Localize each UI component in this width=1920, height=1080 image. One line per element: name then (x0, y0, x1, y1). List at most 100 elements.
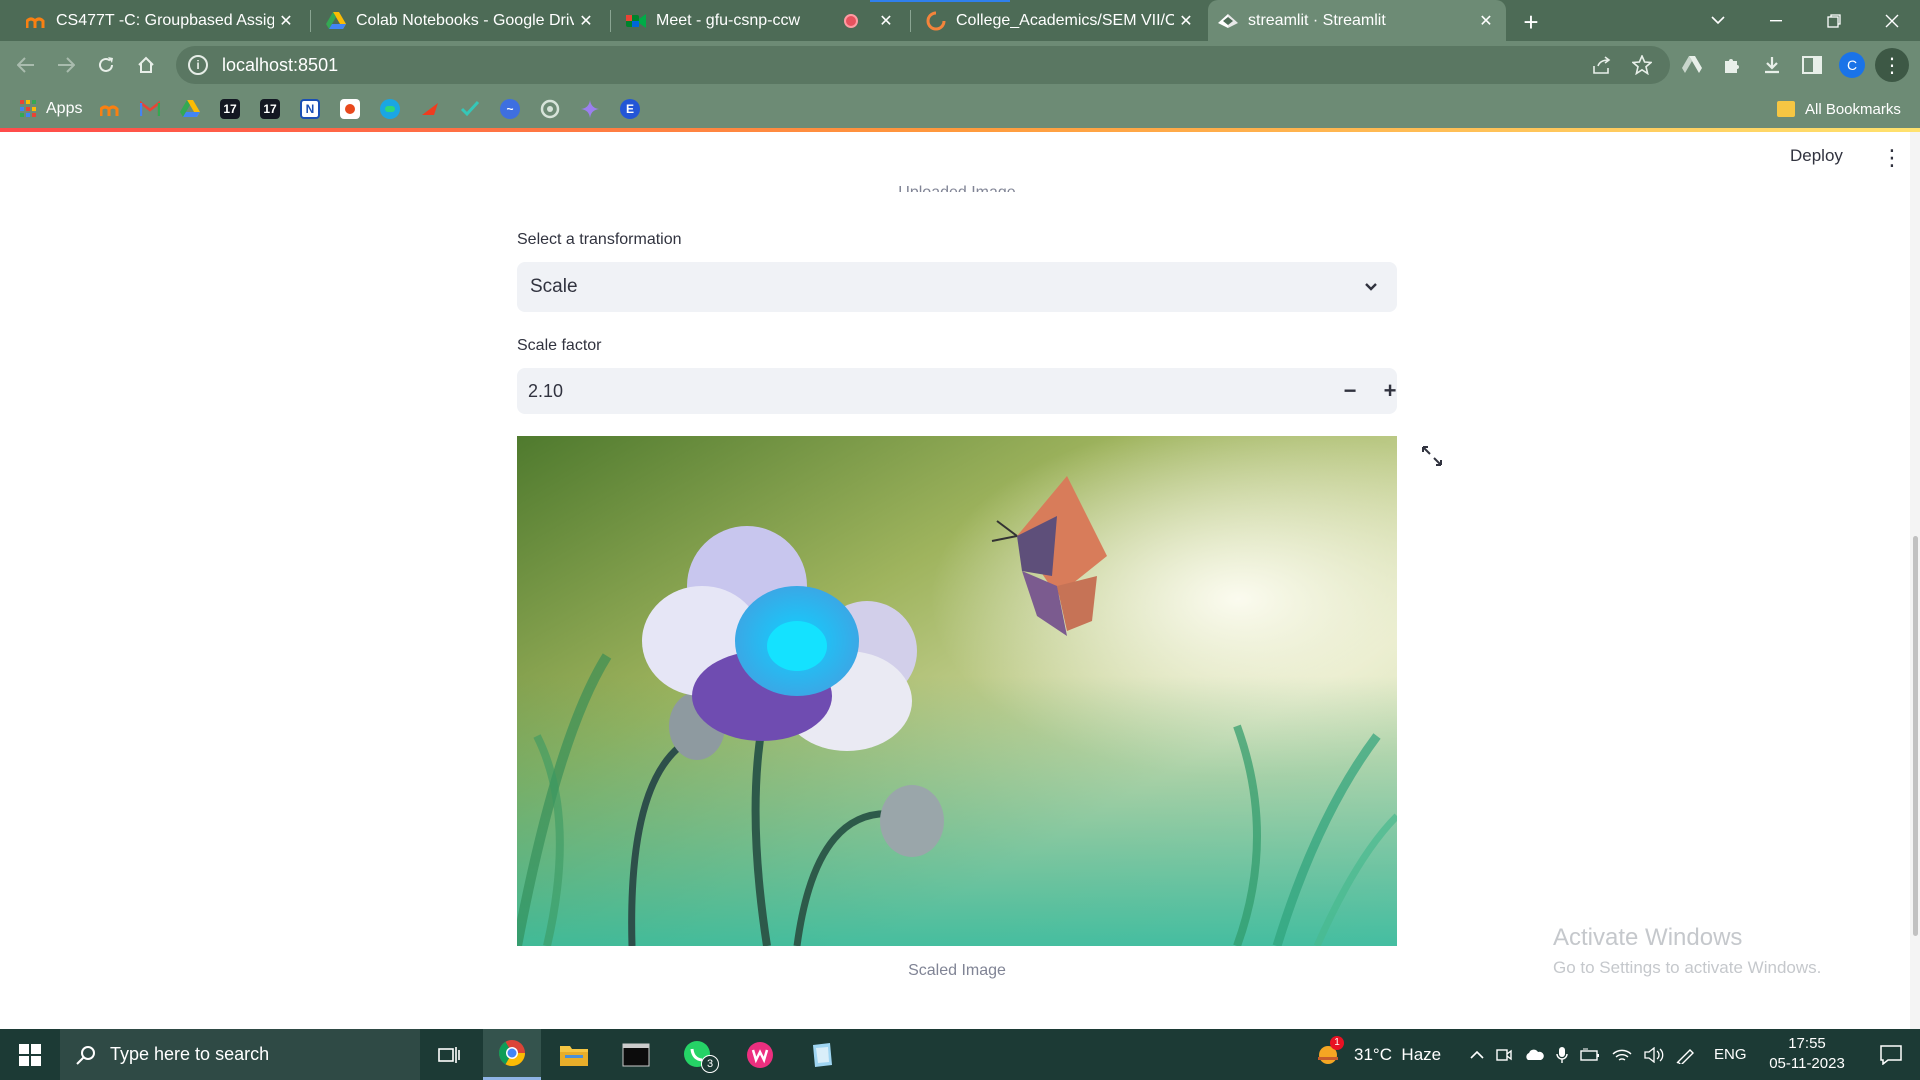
tab-separator (610, 10, 611, 32)
windows-start-button[interactable] (0, 1029, 60, 1080)
scaled-image (517, 436, 1397, 946)
tradingview-bookmark-icon[interactable]: 17 (220, 97, 240, 121)
close-tab-icon[interactable]: ✕ (574, 9, 598, 33)
url-text: localhost:8501 (222, 54, 339, 75)
transformation-selected-value: Scale (530, 276, 578, 297)
tab-title: Meet - gfu-csnp-ccw (656, 11, 801, 29)
weather-text: 31°C Haze (1354, 1044, 1442, 1064)
weather-widget[interactable]: 1 31°C Haze (1314, 1029, 1441, 1080)
home-icon[interactable] (128, 47, 164, 83)
onedrive-cloud-icon[interactable] (1524, 1049, 1544, 1061)
windows-logo-icon (19, 1043, 41, 1066)
close-tab-icon[interactable]: ✕ (1174, 9, 1198, 33)
microphone-icon[interactable] (1556, 1046, 1568, 1064)
bookmark-icon-red[interactable] (340, 97, 360, 121)
minimize-window-button[interactable] (1748, 0, 1804, 41)
taskbar-clock[interactable]: 17:55 05-11-2023 (1762, 1034, 1852, 1074)
tab-google-meet[interactable]: Meet - gfu-csnp-ccw ✕ (616, 0, 906, 41)
moodle-bookmark-icon[interactable] (100, 97, 120, 121)
fullscreen-expand-icon[interactable] (1420, 444, 1444, 468)
restore-window-button[interactable] (1806, 0, 1862, 41)
weather-sun-icon: 1 (1314, 1035, 1344, 1069)
app-menu-icon[interactable]: ⋮ (1880, 144, 1904, 172)
chatgpt-bookmark-icon[interactable] (540, 97, 560, 121)
scale-factor-input[interactable]: 2.10 − + (517, 368, 1397, 414)
close-tab-icon[interactable]: ✕ (274, 9, 298, 33)
transformation-select[interactable]: Scale (517, 262, 1397, 312)
increment-button[interactable]: + (1373, 374, 1407, 408)
decrement-button[interactable]: − (1333, 374, 1367, 408)
transformation-label: Select a transformation (517, 231, 682, 248)
bookmark-icon-blue-globe[interactable] (380, 97, 400, 121)
whatsapp-icon[interactable]: 3 (669, 1029, 727, 1080)
tab-colab-drive[interactable]: Colab Notebooks - Google Driv ✕ (316, 0, 606, 41)
moodle-icon (26, 11, 46, 31)
gemini-bookmark-icon[interactable] (580, 97, 600, 121)
apps-bookmark[interactable]: Apps (20, 97, 82, 121)
volume-icon[interactable] (1644, 1046, 1664, 1063)
task-view-icon[interactable] (420, 1029, 478, 1080)
close-tab-icon[interactable]: ✕ (874, 9, 898, 33)
taskbar-search-box[interactable]: Type here to search (60, 1029, 420, 1080)
chrome-taskbar-icon[interactable] (483, 1029, 541, 1080)
close-window-button[interactable] (1864, 0, 1920, 41)
site-info-icon[interactable]: i (188, 55, 208, 75)
notion-bookmark-icon[interactable]: N (300, 97, 320, 121)
watermark-subtitle: Go to Settings to activate Windows. (1553, 958, 1822, 977)
meet-now-icon[interactable] (1496, 1047, 1512, 1063)
weather-alert-badge: 1 (1330, 1035, 1344, 1050)
whatsapp-badge: 3 (701, 1055, 719, 1073)
tab-streamlit[interactable]: streamlit · Streamlit ✕ (1208, 0, 1506, 41)
wifi-icon[interactable] (1612, 1047, 1632, 1063)
pen-workspace-icon[interactable] (1676, 1046, 1696, 1064)
tab-search-chevron-icon[interactable] (1690, 0, 1746, 41)
tab-loading-progress (870, 0, 1010, 2)
share-icon[interactable] (1584, 47, 1620, 83)
messenger-bookmark-icon[interactable]: ~ (500, 97, 520, 121)
profile-avatar[interactable]: C (1839, 52, 1865, 78)
new-tab-button[interactable]: + (1515, 6, 1547, 38)
forward-arrow-icon[interactable] (48, 47, 84, 83)
bookmark-icon-red-2[interactable] (420, 97, 440, 121)
scale-factor-label: Scale factor (517, 337, 602, 354)
bookmark-star-icon[interactable] (1624, 47, 1660, 83)
browser-menu-icon[interactable]: ⋮ (1875, 48, 1909, 82)
side-panel-icon[interactable] (1794, 47, 1830, 83)
gmail-bookmark-icon[interactable] (140, 97, 160, 121)
extensions-puzzle-icon[interactable] (1714, 47, 1750, 83)
apps-grid-icon (20, 100, 38, 118)
clock-time: 17:55 (1788, 1035, 1826, 1052)
scaled-image-caption: Scaled Image (908, 962, 1006, 979)
battery-icon[interactable] (1580, 1048, 1600, 1062)
notepad-app-icon[interactable] (793, 1029, 851, 1080)
address-bar[interactable]: i localhost:8501 (176, 46, 1670, 84)
show-hidden-icons-chevron-icon[interactable] (1470, 1050, 1484, 1060)
terminal-icon[interactable] (607, 1029, 665, 1080)
close-tab-icon[interactable]: ✕ (1474, 9, 1498, 33)
reload-icon[interactable] (88, 47, 124, 83)
drive-bookmark-icon[interactable] (180, 97, 200, 121)
search-placeholder: Type here to search (110, 1044, 270, 1064)
e-bookmark-icon[interactable]: E (620, 97, 640, 121)
watermark-title: Activate Windows (1553, 924, 1743, 951)
apps-label: Apps (46, 100, 83, 117)
system-tray: ENG (1470, 1029, 1747, 1080)
tab-college-academics[interactable]: College_Academics/SEM VII/Op ✕ (916, 0, 1206, 41)
scrollbar-thumb[interactable] (1913, 536, 1918, 936)
tab-title: Colab Notebooks - Google Driv (356, 11, 574, 29)
downloads-icon[interactable] (1754, 47, 1790, 83)
tab-title: CS477T -C: Groupbased Assignm (56, 11, 274, 29)
bookmark-icon-teal-check[interactable] (460, 97, 480, 121)
deploy-button[interactable]: Deploy (1790, 146, 1843, 170)
tab-moodle[interactable]: CS477T -C: Groupbased Assignm ✕ (16, 0, 306, 41)
wps-office-icon[interactable] (731, 1029, 789, 1080)
notification-center-icon[interactable] (1866, 1029, 1916, 1080)
language-indicator[interactable]: ENG (1714, 1046, 1747, 1063)
tab-strip: CS477T -C: Groupbased Assignm ✕ Colab No… (0, 0, 1920, 41)
tradingview-bookmark-icon-2[interactable]: 17 (260, 97, 280, 121)
back-arrow-icon[interactable] (8, 47, 44, 83)
uploaded-image-caption: Uploaded Image (517, 178, 1397, 192)
file-explorer-icon[interactable] (545, 1029, 603, 1080)
all-bookmarks[interactable]: All Bookmarks (1777, 97, 1901, 121)
google-drive-extension-icon[interactable] (1674, 47, 1710, 83)
